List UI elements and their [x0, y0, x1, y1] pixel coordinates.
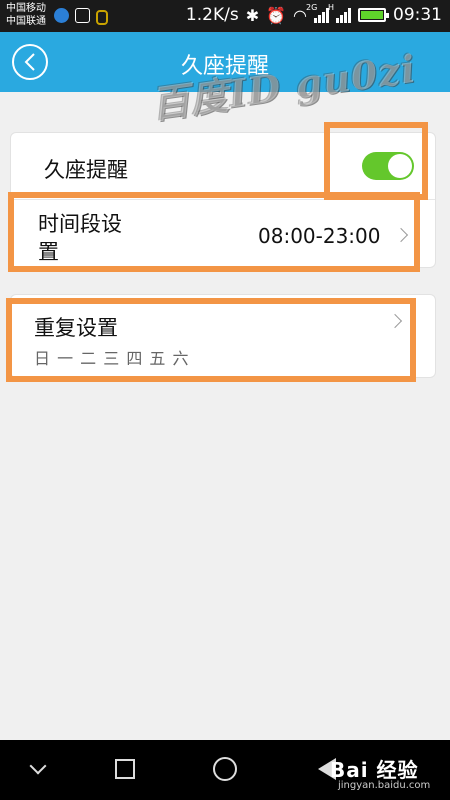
bluetooth-icon: ✱	[245, 5, 260, 25]
app-icon	[54, 8, 69, 23]
carrier-1: 中国移动	[6, 3, 46, 14]
navigation-bar: Bai 经验 jingyan.baidu.com	[0, 740, 450, 800]
status-bar: 中国移动 中国联通 1.2K/s ✱ ⏰ ◠ 2G H 09:31	[0, 0, 450, 32]
signal-icon: 2G	[306, 3, 329, 23]
recent-apps-icon[interactable]	[213, 757, 237, 781]
clock: 09:31	[393, 5, 442, 25]
home-icon[interactable]	[115, 759, 135, 779]
sedentary-reminder-label: 久座提醒	[44, 158, 128, 182]
signal-icon: H	[328, 3, 351, 23]
highlight-box-time-period	[8, 192, 420, 272]
back-icon[interactable]	[29, 757, 47, 775]
network-speed: 1.2K/s	[185, 5, 239, 25]
battery-icon	[358, 8, 389, 22]
carrier-2: 中国联通	[6, 16, 46, 27]
lock-icon	[96, 10, 108, 25]
alarm-icon: ⏰	[266, 5, 287, 25]
baidu-url: jingyan.baidu.com	[338, 780, 431, 791]
image-icon	[75, 8, 90, 23]
baidu-logo: Bai 经验	[330, 758, 419, 782]
signal-2g-tag: 2G	[306, 3, 318, 12]
highlight-box-repeat	[6, 298, 416, 382]
highlight-box-toggle	[324, 122, 428, 200]
carrier-info: 中国移动 中国联通	[6, 2, 46, 28]
signal-h-tag: H	[328, 3, 335, 12]
wifi-icon: ◠	[293, 5, 307, 25]
